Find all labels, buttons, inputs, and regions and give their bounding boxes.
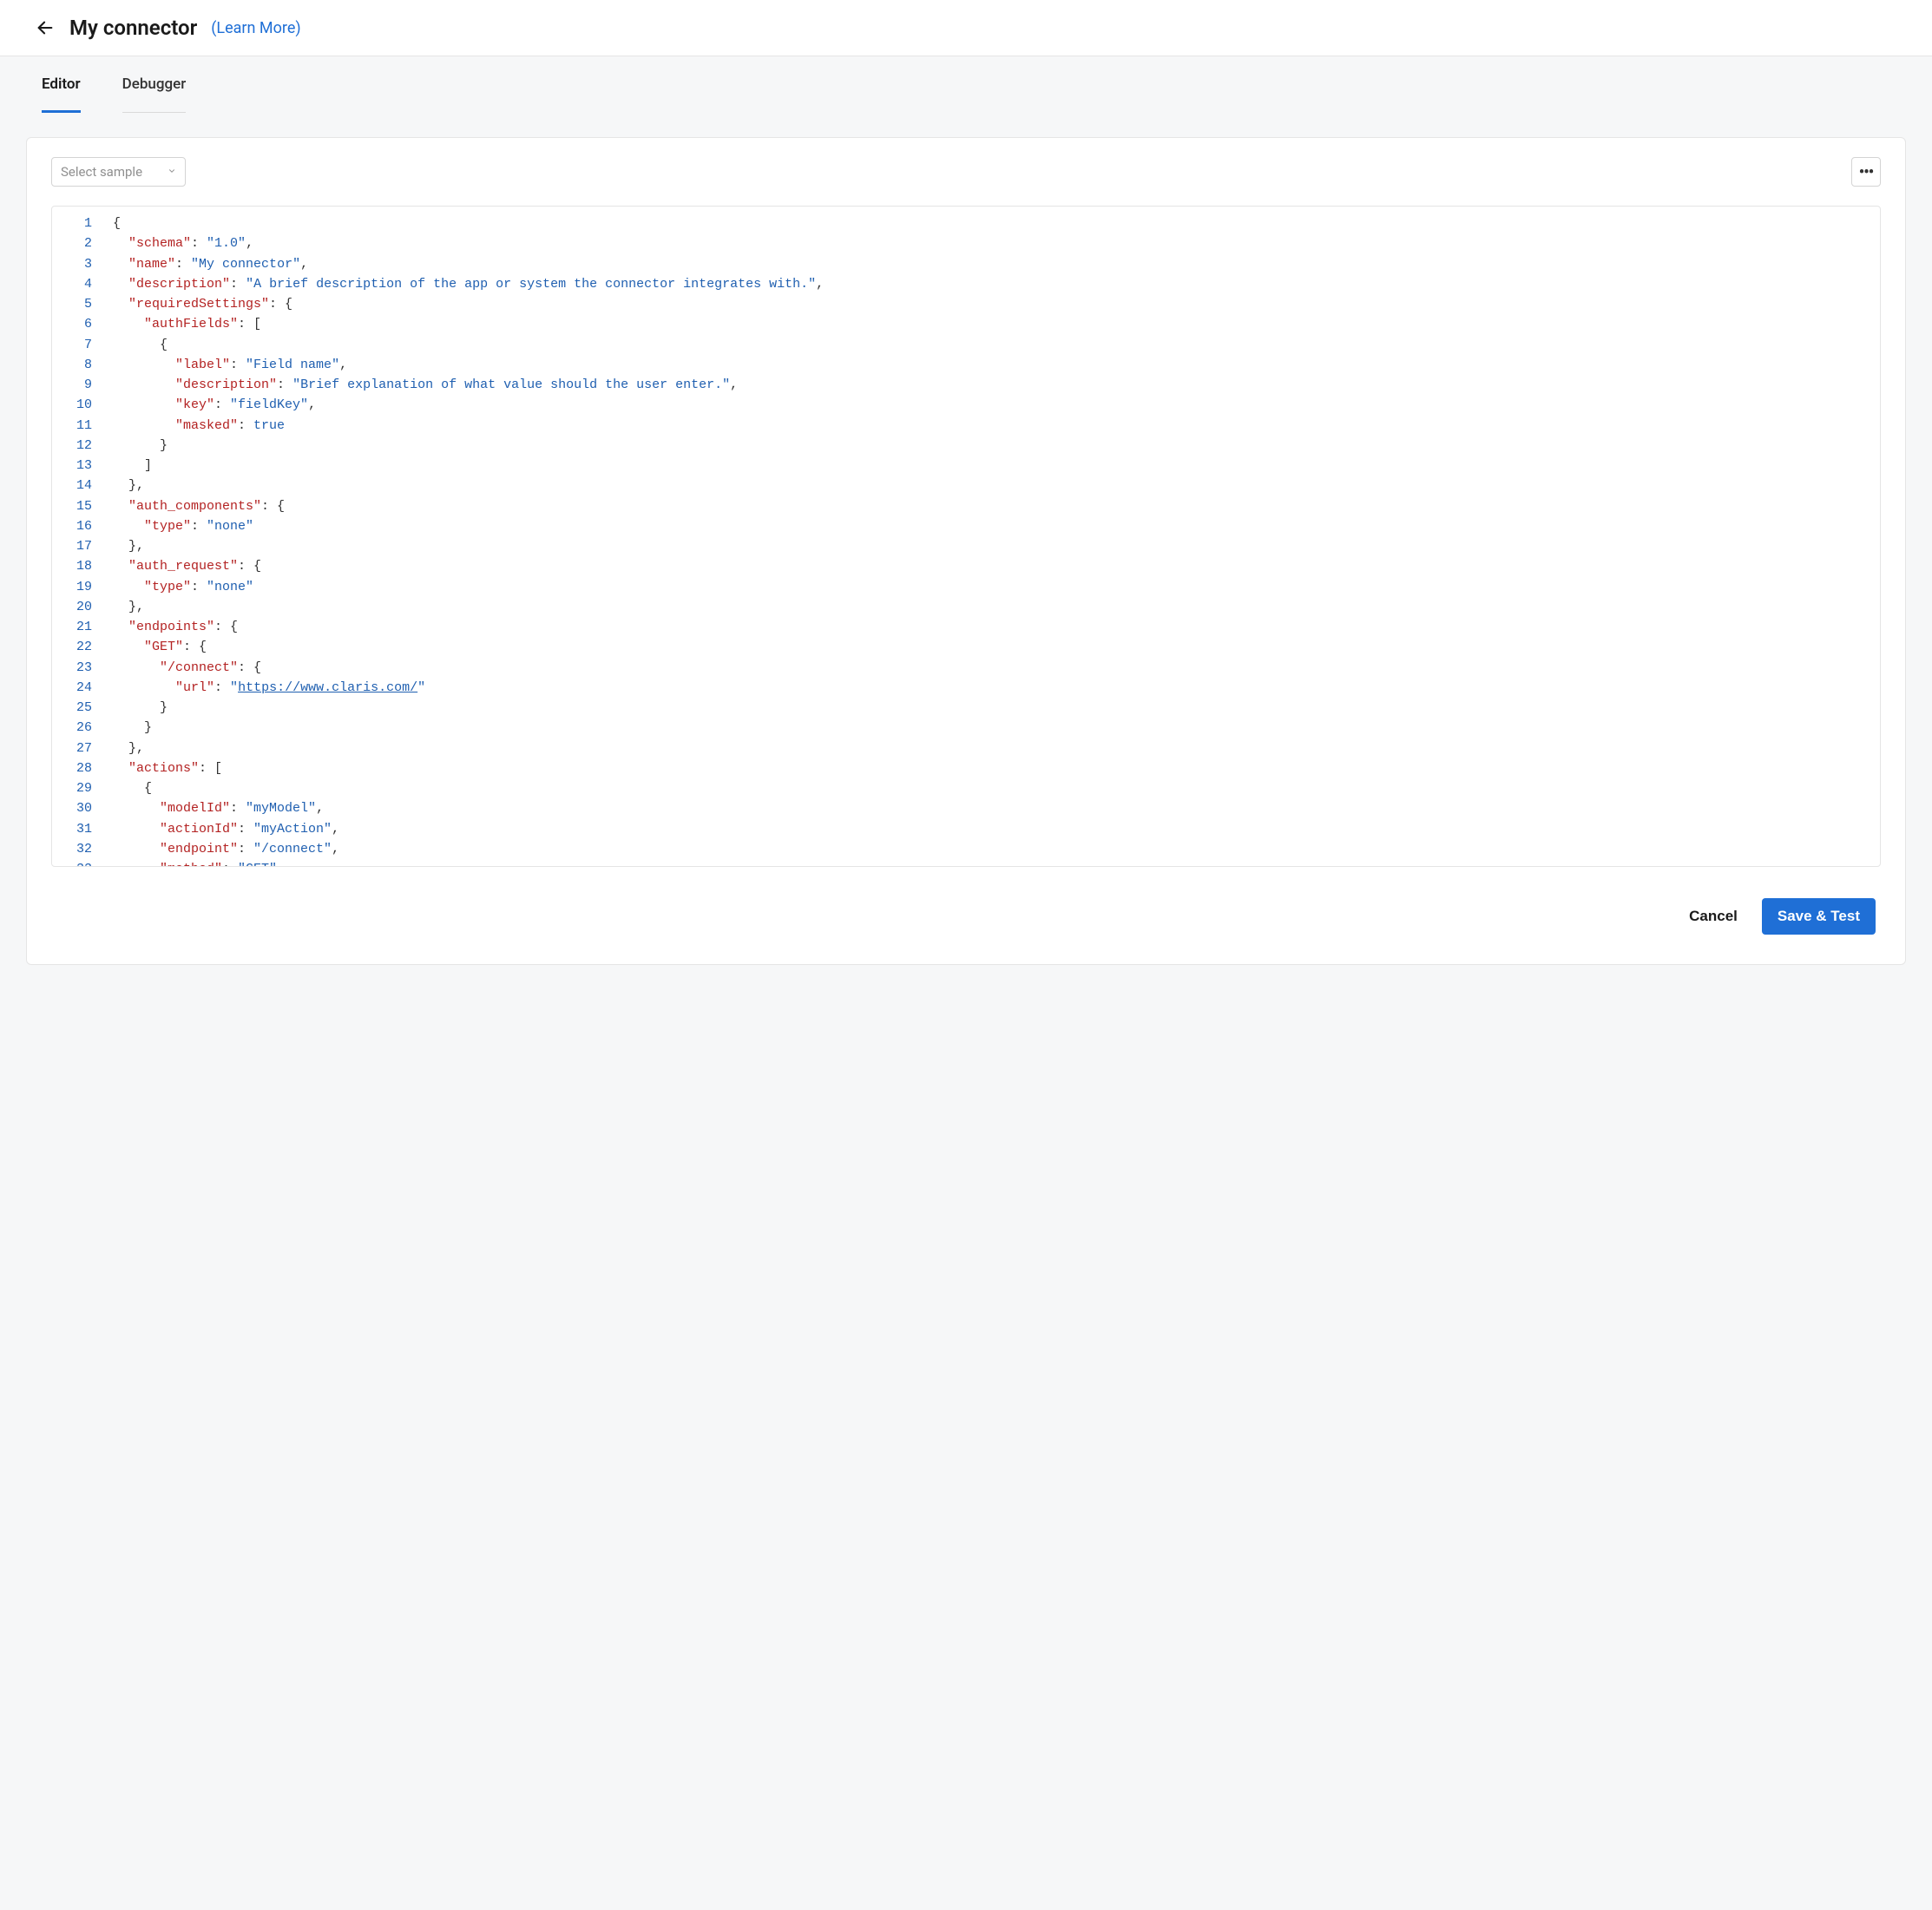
code-line[interactable]: "actionId": "myAction", <box>113 819 1873 839</box>
line-number: 10 <box>61 395 99 415</box>
line-number: 5 <box>61 294 99 314</box>
code-editor-frame: 1234567891011121314151617181920212223242… <box>51 206 1881 867</box>
code-line[interactable]: "endpoints": { <box>113 617 1873 637</box>
line-number: 12 <box>61 436 99 456</box>
code-line[interactable]: "modelId": "myModel", <box>113 798 1873 818</box>
line-number: 2 <box>61 233 99 253</box>
line-number: 26 <box>61 718 99 738</box>
code-line[interactable]: "label": "Field name", <box>113 355 1873 375</box>
line-number: 11 <box>61 416 99 436</box>
card-footer: Cancel Save & Test <box>27 867 1905 964</box>
line-number: 3 <box>61 254 99 274</box>
code-line[interactable]: { <box>113 213 1873 233</box>
code-line[interactable]: "name": "My connector", <box>113 254 1873 274</box>
line-number: 15 <box>61 496 99 516</box>
line-number: 31 <box>61 819 99 839</box>
tabs: Editor Debugger <box>26 56 1906 113</box>
tab-editor[interactable]: Editor <box>42 56 81 113</box>
line-number: 18 <box>61 556 99 576</box>
chevron-down-icon <box>168 166 176 178</box>
code-line[interactable]: "auth_request": { <box>113 556 1873 576</box>
code-line[interactable]: ] <box>113 456 1873 476</box>
select-sample-label: Select sample <box>61 164 142 180</box>
code-line[interactable]: }, <box>113 536 1873 556</box>
editor-toolbar: Select sample ••• <box>27 138 1905 206</box>
code-line[interactable]: "GET": { <box>113 637 1873 657</box>
line-number: 27 <box>61 738 99 758</box>
editor-card: Select sample ••• 1234567891011121314151… <box>26 137 1906 965</box>
line-number: 28 <box>61 758 99 778</box>
tab-debugger[interactable]: Debugger <box>122 56 187 113</box>
code-content[interactable]: { "schema": "1.0", "name": "My connector… <box>108 207 1880 866</box>
line-number: 32 <box>61 839 99 859</box>
code-line[interactable]: }, <box>113 597 1873 617</box>
code-line[interactable]: "description": "A brief description of t… <box>113 274 1873 294</box>
more-actions-button[interactable]: ••• <box>1851 157 1881 187</box>
code-line[interactable]: "actions": [ <box>113 758 1873 778</box>
line-number: 9 <box>61 375 99 395</box>
line-number: 4 <box>61 274 99 294</box>
code-line[interactable]: "key": "fieldKey", <box>113 395 1873 415</box>
line-number: 20 <box>61 597 99 617</box>
code-line[interactable]: "masked": true <box>113 416 1873 436</box>
code-line[interactable]: "/connect": { <box>113 658 1873 678</box>
code-line[interactable]: }, <box>113 476 1873 496</box>
code-editor[interactable]: 1234567891011121314151617181920212223242… <box>52 207 1880 866</box>
line-number-gutter: 1234567891011121314151617181920212223242… <box>52 207 108 866</box>
select-sample-dropdown[interactable]: Select sample <box>51 157 186 187</box>
line-number: 17 <box>61 536 99 556</box>
code-line[interactable]: "type": "none" <box>113 516 1873 536</box>
line-number: 1 <box>61 213 99 233</box>
code-line[interactable]: "endpoint": "/connect", <box>113 839 1873 859</box>
line-number: 16 <box>61 516 99 536</box>
line-number: 19 <box>61 577 99 597</box>
code-line[interactable]: "auth_components": { <box>113 496 1873 516</box>
learn-more-link[interactable]: (Learn More) <box>211 19 300 37</box>
line-number: 8 <box>61 355 99 375</box>
code-line[interactable]: } <box>113 718 1873 738</box>
line-number: 21 <box>61 617 99 637</box>
save-test-button[interactable]: Save & Test <box>1762 898 1876 935</box>
cancel-button[interactable]: Cancel <box>1689 908 1738 925</box>
code-line[interactable]: }, <box>113 738 1873 758</box>
code-line[interactable]: { <box>113 335 1873 355</box>
line-number: 30 <box>61 798 99 818</box>
line-number: 25 <box>61 698 99 718</box>
code-line[interactable]: } <box>113 698 1873 718</box>
line-number: 22 <box>61 637 99 657</box>
code-line[interactable]: { <box>113 778 1873 798</box>
line-number: 29 <box>61 778 99 798</box>
header: My connector (Learn More) <box>0 0 1932 56</box>
line-number: 14 <box>61 476 99 496</box>
code-line[interactable]: "requiredSettings": { <box>113 294 1873 314</box>
line-number: 6 <box>61 314 99 334</box>
page-title: My connector <box>69 16 197 40</box>
line-number: 7 <box>61 335 99 355</box>
code-line[interactable]: "type": "none" <box>113 577 1873 597</box>
code-line[interactable]: "description": "Brief explanation of wha… <box>113 375 1873 395</box>
code-line[interactable]: "authFields": [ <box>113 314 1873 334</box>
back-arrow-icon[interactable] <box>35 17 56 38</box>
code-line[interactable]: "method": "GET", <box>113 859 1873 866</box>
line-number: 24 <box>61 678 99 698</box>
code-line[interactable]: "url": "https://www.claris.com/" <box>113 678 1873 698</box>
code-line[interactable]: } <box>113 436 1873 456</box>
ellipsis-icon: ••• <box>1859 163 1873 181</box>
code-line[interactable]: "schema": "1.0", <box>113 233 1873 253</box>
line-number: 23 <box>61 658 99 678</box>
line-number: 33 <box>61 859 99 866</box>
line-number: 13 <box>61 456 99 476</box>
